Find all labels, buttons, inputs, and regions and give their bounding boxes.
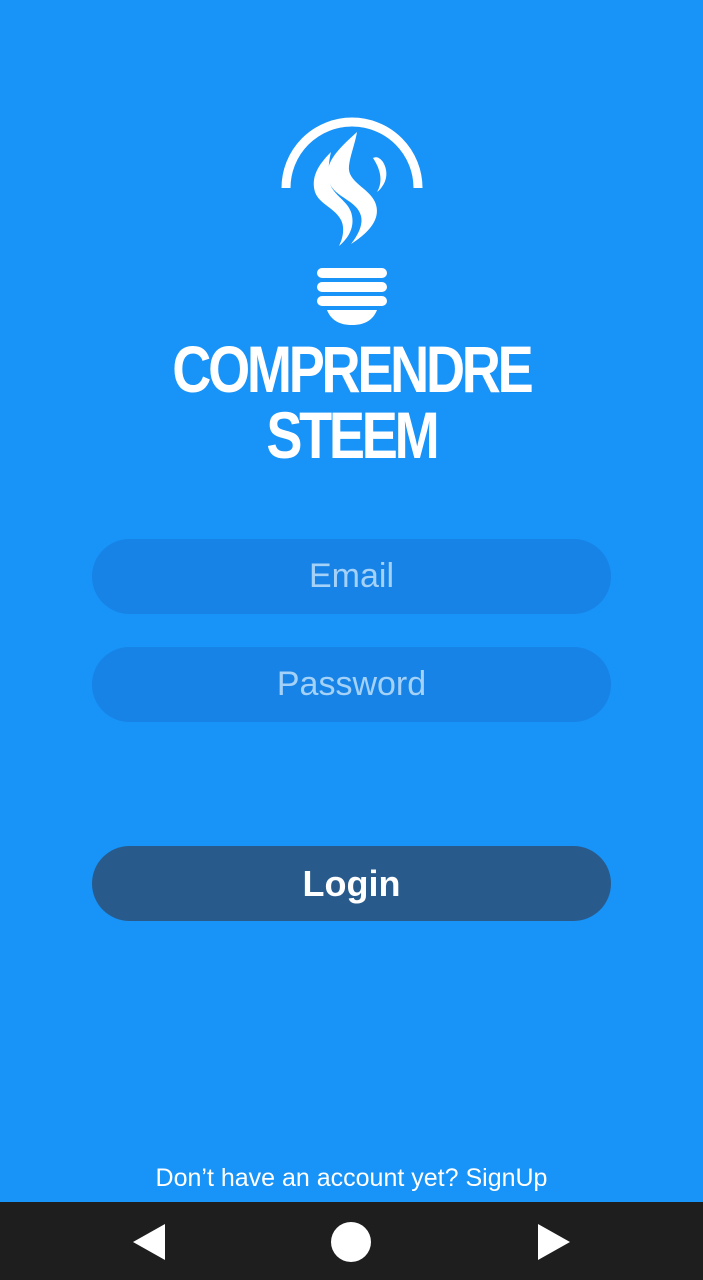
home-button[interactable] [329, 1220, 373, 1264]
signup-prompt: Don’t have an account yet? SignUp [0, 1164, 703, 1193]
back-button[interactable] [127, 1220, 171, 1264]
brand-line-2: STEEM [266, 398, 439, 472]
lightbulb-logo-icon [281, 117, 422, 325]
password-field[interactable] [92, 647, 611, 722]
email-field[interactable] [92, 539, 611, 614]
signup-prompt-text: Don’t have an account yet? [155, 1164, 459, 1192]
login-button[interactable]: Login [92, 846, 611, 921]
brand-name: COMPRENDRE STEEM [133, 336, 570, 468]
forward-triangle-icon [538, 1224, 570, 1260]
forward-button[interactable] [532, 1220, 576, 1264]
login-screen: COMPRENDRE STEEM Login Don’t have an acc… [0, 0, 703, 1280]
signup-link[interactable]: SignUp [465, 1164, 547, 1192]
system-navigation-bar [0, 1202, 703, 1280]
brand-line-1: COMPRENDRE [172, 332, 533, 406]
back-triangle-icon [133, 1224, 165, 1260]
home-circle-icon [331, 1222, 371, 1262]
app-logo: COMPRENDRE STEEM [0, 112, 703, 468]
